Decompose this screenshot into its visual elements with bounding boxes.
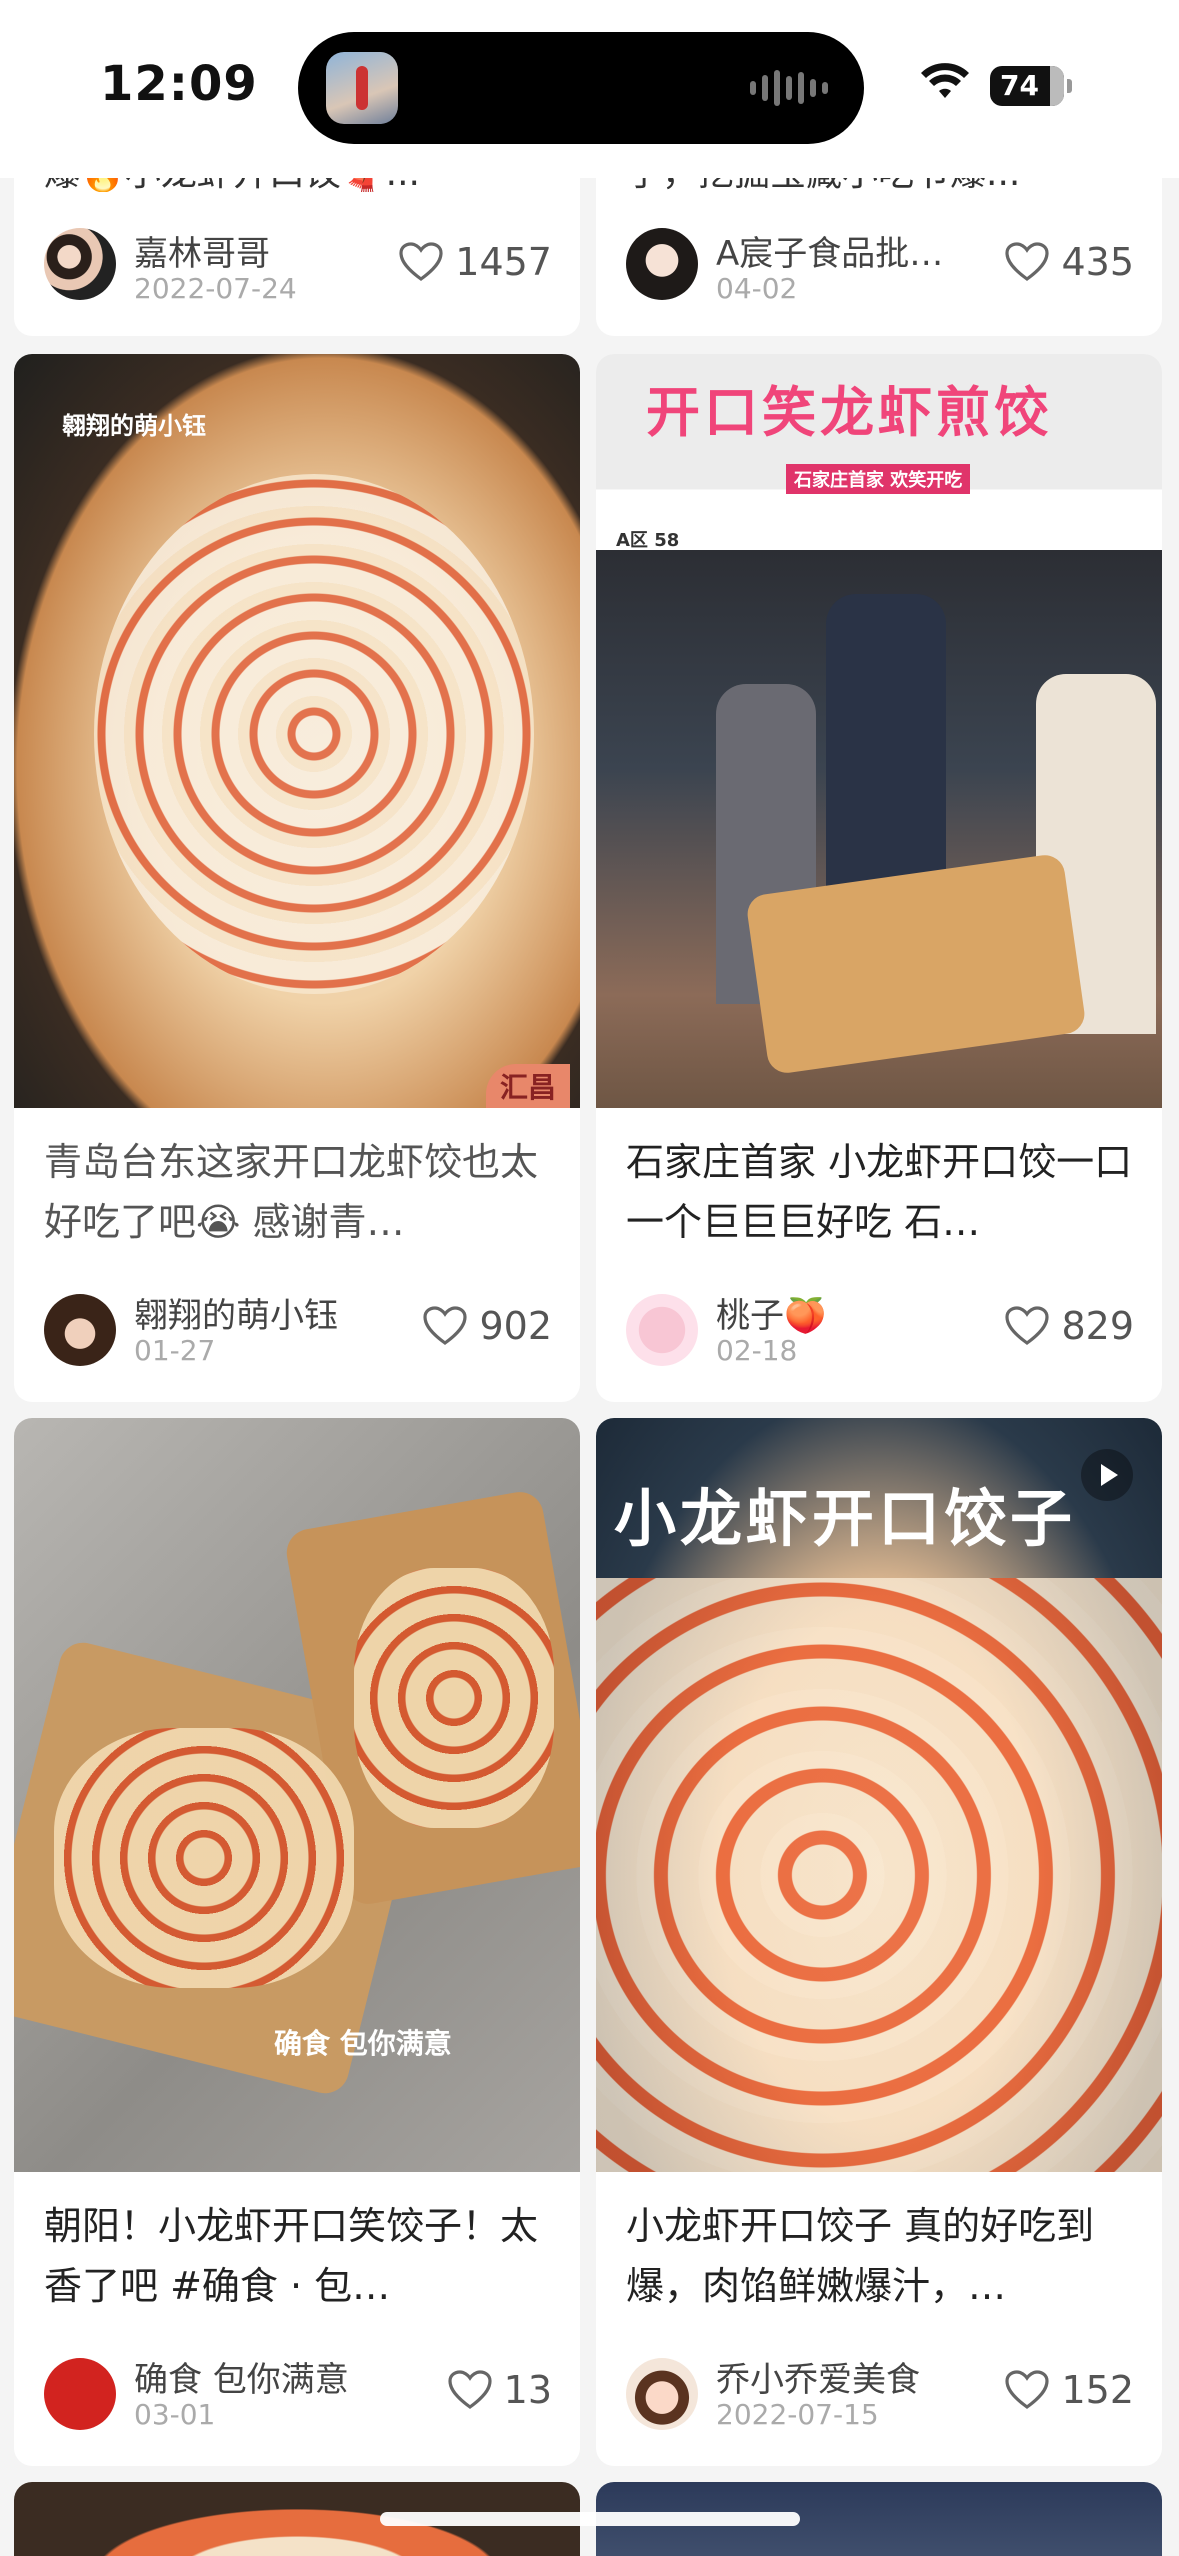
- like-button[interactable]: 902: [423, 1304, 552, 1348]
- shop-code: A区 58: [616, 530, 680, 551]
- wifi-icon: [921, 63, 969, 98]
- watermark-text: 确食 包你满意: [274, 2027, 452, 2060]
- like-count: 435: [1061, 240, 1134, 284]
- post-date: 04-02: [716, 272, 798, 305]
- author-name[interactable]: 嘉林哥哥: [134, 226, 270, 275]
- image-headline: 小龙虾开口饺子: [614, 1482, 1077, 1555]
- author-name[interactable]: A宸子食品批…: [716, 226, 943, 275]
- like-count: 902: [479, 1304, 552, 1348]
- post-date: 01-27: [134, 1334, 216, 1367]
- post-date: 03-01: [134, 2398, 216, 2431]
- watermark-text: 翱翔的萌小钰: [62, 412, 206, 440]
- author-avatar[interactable]: [44, 1294, 116, 1366]
- heart-icon: [448, 2370, 492, 2409]
- battery-level: 74: [1000, 69, 1039, 102]
- card-title: 石家庄首家 小龙虾开口饺一口一个巨巨巨好吃 石…: [626, 1140, 1133, 1244]
- post-image[interactable]: 开口笑龙虾煎饺 石家庄首家 欢笑开吃 A区 58: [596, 354, 1162, 1108]
- card-title: 青岛台东这家开口龙虾饺也太好吃了吧😭 感谢青…: [44, 1140, 539, 1244]
- author-avatar[interactable]: [44, 228, 116, 300]
- author-avatar[interactable]: [626, 228, 698, 300]
- author-name[interactable]: 翱翔的萌小钰: [134, 1288, 338, 1337]
- post-image[interactable]: 确食 包你满意: [14, 1418, 580, 2172]
- shop-sign-subtitle: 石家庄首家 欢笑开吃: [786, 464, 971, 494]
- heart-icon: [1005, 1306, 1050, 1345]
- heart-icon: [1005, 2370, 1050, 2409]
- author-name[interactable]: 确食 包你满意: [134, 2352, 349, 2401]
- post-image[interactable]: 小龙虾开口饺子: [596, 1418, 1162, 2172]
- heart-icon: [423, 1306, 468, 1345]
- author-avatar[interactable]: [626, 2358, 698, 2430]
- now-playing-thumbnail: [326, 52, 398, 124]
- feed-card[interactable]: 开口笑龙虾煎饺 石家庄首家 欢笑开吃 A区 58 石家庄首家 小龙虾开口饺一口一…: [596, 354, 1162, 1402]
- author-name[interactable]: 乔小乔爱美食: [716, 2352, 920, 2401]
- heart-icon: [399, 242, 443, 281]
- home-indicator[interactable]: [380, 2512, 800, 2526]
- like-count: 13: [503, 2368, 552, 2412]
- feed-card[interactable]: 翱翔的萌小钰 汇昌 青岛台东这家开口龙虾饺也太好吃了吧😭 感谢青… 翱翔的萌小钰…: [14, 354, 580, 1402]
- like-button[interactable]: 829: [1005, 1304, 1134, 1348]
- like-button[interactable]: 435: [1005, 240, 1134, 284]
- image-corner-text: 汇昌: [485, 1064, 570, 1108]
- like-count: 1457: [455, 240, 552, 284]
- like-button[interactable]: 1457: [399, 240, 552, 284]
- status-bar: 12:09 74: [0, 0, 1179, 178]
- feed-card[interactable]: 确食 包你满意 朝阳！小龙虾开口笑饺子！太香了吧 #确食 · 包… 确食 包你满…: [14, 1418, 580, 2466]
- heart-icon: [1005, 242, 1050, 281]
- author-avatar[interactable]: [44, 2358, 116, 2430]
- battery-icon: 74: [990, 66, 1072, 106]
- card-title: 小龙虾开口饺子 真的好吃到爆，肉馅鲜嫩爆汁，…: [626, 2204, 1095, 2308]
- like-count: 829: [1061, 1304, 1134, 1348]
- like-button[interactable]: 152: [1005, 2368, 1134, 2412]
- video-play-icon: [1081, 1449, 1133, 1501]
- status-time: 12:09: [100, 56, 258, 112]
- author-name[interactable]: 桃子🍑: [716, 1288, 826, 1337]
- feed-card[interactable]: 小龙虾开口饺子 小龙虾开口饺子 真的好吃到爆，肉馅鲜嫩爆汁，… 乔小乔爱美食 2…: [596, 1418, 1162, 2466]
- like-button[interactable]: 13: [448, 2368, 552, 2412]
- card-title: 朝阳！小龙虾开口笑饺子！太香了吧 #确食 · 包…: [44, 2204, 539, 2308]
- post-image[interactable]: 翱翔的萌小钰 汇昌: [14, 354, 580, 1108]
- audio-waveform-icon: [750, 70, 828, 106]
- dynamic-island[interactable]: [298, 32, 864, 144]
- post-date: 2022-07-24: [134, 272, 297, 305]
- like-count: 152: [1061, 2368, 1134, 2412]
- author-avatar[interactable]: [626, 1294, 698, 1366]
- post-date: 2022-07-15: [716, 2398, 879, 2431]
- post-date: 02-18: [716, 1334, 798, 1367]
- shop-sign: 开口笑龙虾煎饺: [646, 381, 1052, 444]
